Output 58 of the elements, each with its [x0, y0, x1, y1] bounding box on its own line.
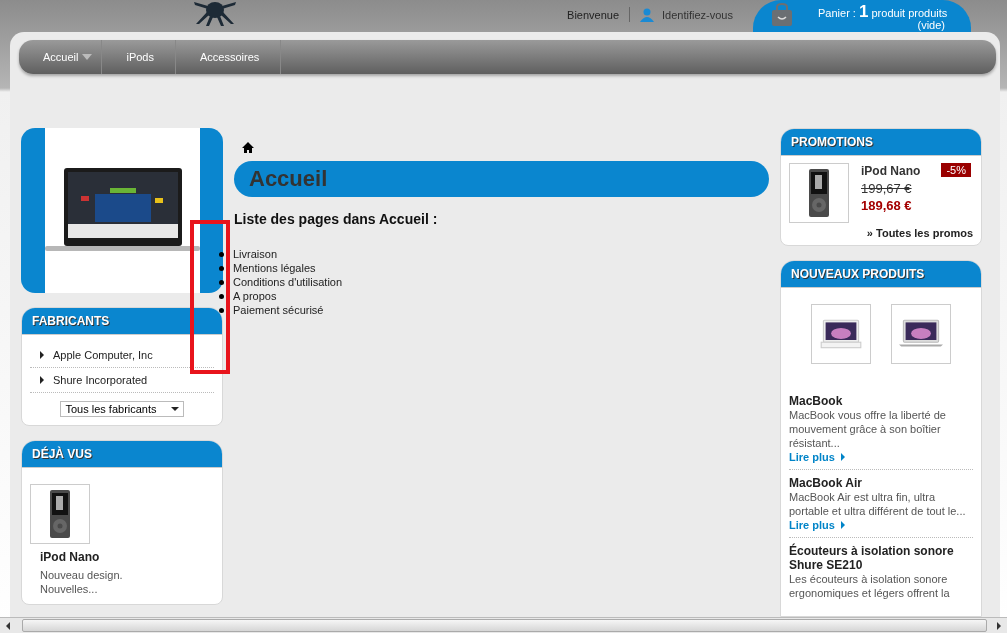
bullet-icon — [219, 251, 224, 257]
page-link[interactable]: Mentions légales — [233, 261, 316, 275]
block-header: DÉJÀ VUS — [22, 441, 222, 468]
product-description: MacBook Air est ultra fin, ultra portable et ultra différent de tout le... — [789, 490, 967, 518]
page-link[interactable]: A propos — [233, 289, 277, 303]
read-more-link[interactable]: Lire plus — [789, 519, 973, 531]
cart-state: (vide) — [917, 19, 945, 31]
product-name[interactable]: MacBook Air — [789, 476, 973, 490]
product-thumbnail[interactable] — [891, 304, 951, 364]
triangle-icon — [840, 521, 845, 529]
triangle-icon — [840, 453, 845, 461]
read-more-link[interactable]: Lire plus — [789, 451, 973, 463]
block-header: FABRICANTS — [22, 308, 222, 335]
product-name[interactable]: iPod Nano — [861, 163, 921, 180]
product-thumbnail[interactable] — [789, 163, 849, 223]
cart-summary: Panier : 1 produit produits — [818, 3, 948, 21]
nav-item[interactable]: Accueil — [19, 40, 103, 74]
left-arrow-icon[interactable] — [6, 621, 10, 630]
product-name[interactable]: iPod Nano — [40, 550, 214, 564]
page-link[interactable]: Paiement sécurisé — [233, 303, 324, 317]
discount-badge: -5% — [941, 163, 971, 177]
old-price: 199,67 € — [861, 180, 913, 197]
triangle-icon — [40, 376, 44, 384]
bullet-icon — [219, 265, 224, 271]
welcome-text: Bienvenue — [567, 8, 620, 21]
manufacturer-link[interactable]: Apple Computer, Inc — [30, 343, 214, 368]
page-title: Accueil — [234, 161, 769, 197]
all-promos-link[interactable]: » Toutes les promos — [789, 227, 973, 239]
product-name[interactable]: Écouteurs à isolation sonore Shure SE210 — [789, 544, 973, 572]
block-header: NOUVEAUX PRODUITS — [781, 261, 981, 288]
product-name[interactable]: MacBook — [789, 394, 973, 408]
product-description: Les écouteurs à isolation sonore ergonomiques et légers offrent la — [789, 572, 951, 600]
page-link[interactable]: Conditions d'utilisation — [233, 275, 343, 289]
block-header: PROMOTIONS — [781, 129, 981, 156]
right-arrow-icon[interactable] — [997, 621, 1001, 630]
shopping-bag-icon — [770, 3, 794, 27]
bullet-icon — [219, 279, 224, 285]
triangle-icon — [40, 351, 44, 359]
bullet-icon — [219, 293, 224, 299]
scrollbar-thumb[interactable] — [22, 619, 987, 632]
login-link[interactable]: Identifiez-vous — [662, 8, 733, 21]
cart-tab[interactable]: Panier : 1 produit produits (vide) — [753, 0, 971, 32]
page-link[interactable]: Livraison — [233, 247, 278, 261]
product-thumbnail[interactable] — [30, 484, 90, 544]
section-heading: Liste des pages dans Accueil : — [234, 211, 439, 227]
nav-item[interactable]: iPods — [102, 40, 176, 74]
manufacturer-link[interactable]: Shure Incorporated — [30, 368, 214, 393]
bullet-icon — [219, 307, 224, 313]
product-description: MacBook vous offre la liberté de mouvement grâce à son boîtier résistant... — [789, 408, 947, 450]
product-thumbnail[interactable] — [811, 304, 871, 364]
manufacturer-select[interactable]: Tous les fabricants — [60, 401, 184, 417]
home-icon[interactable] — [242, 142, 254, 153]
price: 189,68 € — [861, 197, 913, 214]
product-description: Nouveau design. Nouvelles... — [40, 568, 124, 596]
caret-icon — [170, 407, 179, 411]
horizontal-scrollbar[interactable] — [0, 617, 1007, 633]
nav-item[interactable]: Accessoires — [176, 40, 282, 74]
user-icon — [640, 7, 655, 22]
